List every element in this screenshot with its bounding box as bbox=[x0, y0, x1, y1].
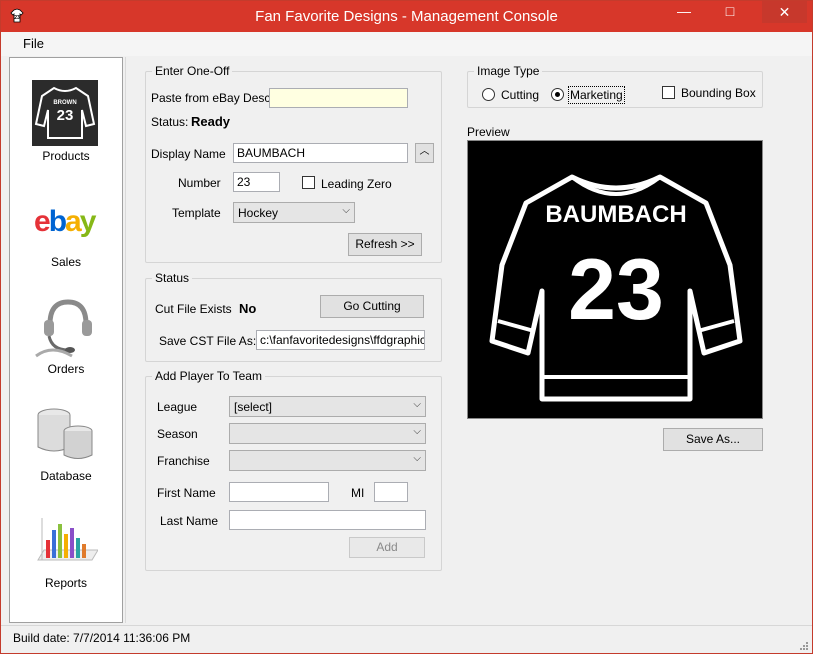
first-name-label: First Name bbox=[157, 486, 216, 500]
nav-item-database[interactable]: Database bbox=[10, 399, 122, 499]
maximize-button[interactable]: □ bbox=[716, 1, 744, 23]
resize-grip-icon[interactable] bbox=[798, 640, 808, 650]
nav-item-orders[interactable]: Orders bbox=[10, 292, 122, 392]
title-bar[interactable]: 23 Fan Favorite Designs - Management Con… bbox=[1, 1, 812, 32]
refresh-button[interactable]: Refresh >> bbox=[348, 233, 422, 256]
cutting-radio[interactable] bbox=[482, 88, 495, 101]
jersey-icon: BROWN 23 bbox=[32, 80, 98, 146]
go-cutting-button[interactable]: Go Cutting bbox=[320, 295, 424, 318]
group-title-image-type: Image Type bbox=[474, 64, 543, 78]
group-title-status: Status bbox=[152, 271, 193, 285]
marketing-radio[interactable] bbox=[551, 88, 564, 101]
chevron-down-icon: ⌵ bbox=[342, 205, 350, 216]
mi-input[interactable] bbox=[374, 482, 408, 502]
preview-label: Preview bbox=[467, 125, 510, 139]
number-label: Number bbox=[178, 176, 221, 190]
league-select-value: [select] bbox=[234, 400, 273, 414]
jersey-icon-number: 23 bbox=[57, 107, 74, 124]
nav-item-reports[interactable]: Reports bbox=[10, 506, 122, 606]
nav-label-products: Products bbox=[42, 149, 90, 163]
nav-label-database: Database bbox=[40, 469, 92, 483]
preview-panel: BAUMBACH 23 bbox=[467, 140, 763, 419]
season-label: Season bbox=[157, 427, 198, 441]
ebay-logo-icon: ebay bbox=[34, 205, 98, 238]
save-as-button[interactable]: Save As... bbox=[663, 428, 763, 451]
jersey-preview-image: BAUMBACH 23 bbox=[489, 174, 743, 402]
first-name-input[interactable] bbox=[229, 482, 329, 502]
cut-file-exists-value: No bbox=[239, 301, 257, 316]
leading-zero-checkbox[interactable] bbox=[302, 176, 315, 189]
main-window: 23 Fan Favorite Designs - Management Con… bbox=[0, 0, 813, 654]
mi-label: MI bbox=[351, 486, 365, 500]
display-name-up-button[interactable]: ︿ bbox=[415, 143, 434, 163]
nav-label-reports: Reports bbox=[44, 576, 88, 590]
last-name-label: Last Name bbox=[160, 514, 219, 528]
database-icon bbox=[37, 408, 93, 459]
number-input[interactable]: 23 bbox=[233, 172, 280, 192]
save-cst-label: Save CST File As: bbox=[159, 334, 257, 348]
close-button[interactable]: ✕ bbox=[762, 1, 807, 23]
cut-file-exists-label: Cut File Exists bbox=[155, 302, 232, 316]
menu-file[interactable]: File bbox=[23, 36, 44, 51]
group-title-one-off: Enter One-Off bbox=[152, 64, 233, 78]
cutting-label: Cutting bbox=[501, 88, 540, 102]
template-label: Template bbox=[172, 206, 221, 220]
league-select[interactable]: [select] ⌵ bbox=[229, 396, 426, 417]
group-title-add-player: Add Player To Team bbox=[152, 369, 265, 383]
leading-zero-label: Leading Zero bbox=[321, 177, 392, 191]
display-name-input[interactable]: BAUMBACH bbox=[233, 143, 408, 163]
preview-jersey-name: BAUMBACH bbox=[545, 201, 686, 228]
nav-item-products[interactable]: BROWN 23 Products bbox=[10, 78, 122, 178]
chevron-down-icon: ⌵ bbox=[413, 426, 421, 437]
season-select[interactable]: ⌵ bbox=[229, 423, 426, 444]
template-select-value: Hockey bbox=[238, 206, 279, 220]
marketing-label: Marketing bbox=[568, 86, 625, 104]
nav-item-sales[interactable]: ebay Sales bbox=[10, 185, 122, 285]
status-label: Status: bbox=[151, 115, 189, 129]
paste-label: Paste from eBay Desc bbox=[151, 91, 271, 105]
chevron-up-icon: ︿ bbox=[419, 146, 430, 157]
minimize-button[interactable]: — bbox=[670, 1, 698, 23]
preview-jersey-number: 23 bbox=[568, 242, 664, 338]
display-name-label: Display Name bbox=[151, 147, 226, 161]
menu-bar: File bbox=[1, 32, 812, 56]
status-bar: Build date: 7/7/2014 11:36:06 PM bbox=[1, 625, 812, 653]
headset-icon bbox=[35, 299, 92, 358]
franchise-select[interactable]: ⌵ bbox=[229, 450, 426, 471]
chart-icon bbox=[37, 518, 98, 561]
template-select[interactable]: Hockey ⌵ bbox=[233, 202, 355, 223]
nav-panel: BROWN 23 Products ebay Sales Orders Data… bbox=[9, 57, 123, 623]
save-cst-path-input[interactable]: c:\fanfavoritedesigns\ffdgraphics\ bbox=[256, 330, 425, 350]
chevron-down-icon: ⌵ bbox=[413, 453, 421, 464]
chevron-down-icon: ⌵ bbox=[413, 399, 421, 410]
nav-label-orders: Orders bbox=[47, 362, 85, 376]
last-name-input[interactable] bbox=[229, 510, 426, 530]
nav-divider bbox=[125, 57, 126, 623]
bounding-box-checkbox[interactable] bbox=[662, 86, 675, 99]
franchise-label: Franchise bbox=[157, 454, 210, 468]
svg-text:ebay: ebay bbox=[34, 205, 97, 238]
add-button[interactable]: Add bbox=[349, 537, 425, 558]
jersey-icon-name: BROWN bbox=[53, 100, 76, 106]
status-value: Ready bbox=[191, 114, 231, 129]
league-label: League bbox=[157, 400, 198, 414]
bounding-box-label: Bounding Box bbox=[681, 86, 756, 100]
paste-ebay-desc-input[interactable] bbox=[269, 88, 408, 108]
build-date: Build date: 7/7/2014 11:36:06 PM bbox=[13, 631, 191, 645]
nav-label-sales: Sales bbox=[50, 255, 82, 269]
